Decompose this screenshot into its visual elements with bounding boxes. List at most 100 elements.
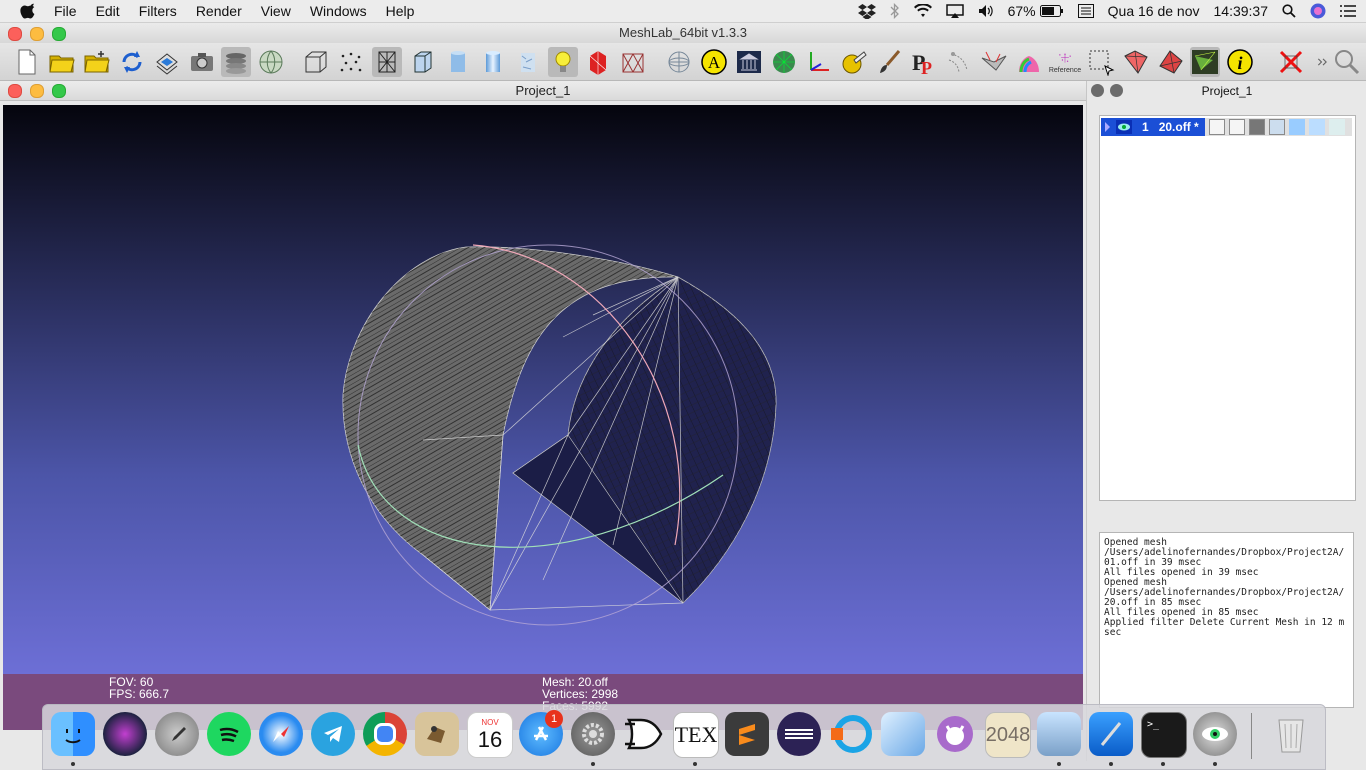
select-faces-icon[interactable]: [1121, 47, 1151, 77]
open-folder-plus-icon[interactable]: [82, 47, 112, 77]
annotate-a-icon[interactable]: A: [699, 47, 729, 77]
airplay-icon[interactable]: [945, 4, 964, 18]
align-dots-icon[interactable]: [944, 47, 974, 77]
layer-smooth-icon[interactable]: [1308, 119, 1325, 135]
reference-tool[interactable]: Reference: [1049, 47, 1081, 77]
telegram-icon[interactable]: [311, 712, 355, 756]
layer-wireframe-icon[interactable]: [1248, 119, 1265, 135]
menu-edit[interactable]: Edit: [96, 3, 120, 19]
select-vertices-icon[interactable]: [1156, 47, 1186, 77]
notification-center-icon[interactable]: [1340, 5, 1356, 17]
calendar-icon[interactable]: NOV 16: [467, 712, 513, 758]
layer-hidden-lines-icon[interactable]: [1268, 119, 1285, 135]
select-box-icon[interactable]: [1086, 47, 1116, 77]
measure-tool-icon[interactable]: [979, 47, 1009, 77]
window-minimize-button[interactable]: [30, 27, 44, 41]
texshop-icon[interactable]: TEX: [673, 712, 719, 758]
window-zoom-button[interactable]: [52, 27, 66, 41]
finder-icon[interactable]: [51, 712, 95, 756]
texture-icon[interactable]: [513, 47, 543, 77]
ruler-icon[interactable]: [839, 47, 869, 77]
sublime-text-icon[interactable]: [725, 712, 769, 756]
wifi-icon[interactable]: [913, 4, 932, 18]
rainbow-paint-icon[interactable]: [1014, 47, 1044, 77]
mesh-render[interactable]: [3, 105, 1083, 675]
meshlab-dock-icon[interactable]: [1193, 712, 1237, 756]
layer-row[interactable]: 1 20.off *: [1101, 118, 1352, 136]
select-connected-icon[interactable]: [1190, 47, 1220, 77]
xcode-icon[interactable]: [1089, 712, 1133, 756]
game-2048-icon[interactable]: 2048: [985, 712, 1031, 758]
reload-icon[interactable]: [117, 47, 147, 77]
menu-file[interactable]: File: [54, 3, 77, 19]
sphere-mesh-icon[interactable]: [769, 47, 799, 77]
logisim-icon[interactable]: [621, 712, 665, 756]
menu-render[interactable]: Render: [196, 3, 242, 19]
keyboard-flag-icon[interactable]: [1077, 4, 1094, 18]
siri-app-icon[interactable]: [103, 712, 147, 756]
torrent-icon[interactable]: [829, 712, 873, 756]
flat-shading-icon[interactable]: [443, 47, 473, 77]
spotify-icon[interactable]: [207, 712, 251, 756]
paint-brush-icon[interactable]: [874, 47, 904, 77]
clock-date[interactable]: Qua 16 de nov: [1108, 3, 1200, 19]
layer-texture-icon[interactable]: [1328, 119, 1345, 135]
trash-icon[interactable]: [1269, 712, 1313, 756]
layer-flat-icon[interactable]: [1288, 119, 1305, 135]
menu-windows[interactable]: Windows: [310, 3, 367, 19]
info-icon[interactable]: i: [1225, 47, 1255, 77]
museum-icon[interactable]: [734, 47, 764, 77]
dropbox-icon[interactable]: [857, 3, 876, 19]
expand-arrow-icon[interactable]: [1105, 122, 1110, 132]
lattice-icon[interactable]: [618, 47, 648, 77]
globe-icon[interactable]: [256, 47, 286, 77]
snapshot-icon[interactable]: [187, 47, 217, 77]
cube-app-icon[interactable]: [881, 712, 925, 756]
project-zoom-button[interactable]: [52, 84, 66, 98]
smooth-shading-icon[interactable]: [478, 47, 508, 77]
menu-filters[interactable]: Filters: [139, 3, 177, 19]
project-close-button[interactable]: [8, 84, 22, 98]
axes-icon[interactable]: [804, 47, 834, 77]
spotlight-icon[interactable]: [1282, 4, 1296, 18]
toolbar-overflow-icon[interactable]: [1314, 47, 1332, 77]
pickpoint-icon[interactable]: PP: [909, 47, 939, 77]
points-icon[interactable]: [336, 47, 366, 77]
axis-sphere-icon[interactable]: [664, 47, 694, 77]
mail-bird-icon[interactable]: [415, 712, 459, 756]
dock-float-button[interactable]: [1110, 84, 1123, 97]
layer-bbox-icon[interactable]: [1208, 119, 1225, 135]
delete-cross-icon[interactable]: [1276, 47, 1306, 77]
layer-points-icon[interactable]: [1228, 119, 1245, 135]
bluetooth-icon[interactable]: [890, 3, 900, 19]
chrome-icon[interactable]: [363, 712, 407, 756]
layer-selected-cell[interactable]: 1 20.off *: [1101, 118, 1205, 136]
visibility-eye-icon[interactable]: [1116, 120, 1132, 134]
eclipse-icon[interactable]: [777, 712, 821, 756]
layers-icon[interactable]: [221, 47, 251, 77]
github-icon[interactable]: [933, 712, 977, 756]
terminal-icon[interactable]: >_: [1141, 712, 1187, 758]
bounding-box-icon[interactable]: [301, 47, 331, 77]
light-icon[interactable]: [548, 47, 578, 77]
battery-icon[interactable]: [1039, 5, 1064, 17]
preview-icon[interactable]: [1037, 712, 1081, 756]
volume-icon[interactable]: [978, 4, 994, 18]
dock-close-button[interactable]: [1091, 84, 1104, 97]
app-store-icon[interactable]: 1: [519, 710, 563, 756]
search-icon[interactable]: [1332, 47, 1362, 77]
hidden-lines-icon[interactable]: [408, 47, 438, 77]
window-close-button[interactable]: [8, 27, 22, 41]
menu-help[interactable]: Help: [386, 3, 415, 19]
red-box-icon[interactable]: [583, 47, 613, 77]
open-folder-icon[interactable]: [47, 47, 77, 77]
system-preferences-icon[interactable]: [571, 712, 615, 756]
project-minimize-button[interactable]: [30, 84, 44, 98]
new-document-icon[interactable]: [12, 47, 42, 77]
wireframe-icon[interactable]: [372, 47, 402, 77]
menu-view[interactable]: View: [261, 3, 291, 19]
safari-icon[interactable]: [259, 712, 303, 756]
save-stack-icon[interactable]: [152, 47, 182, 77]
3d-viewport[interactable]: [3, 105, 1083, 675]
clock-time[interactable]: 14:39:37: [1214, 3, 1269, 19]
